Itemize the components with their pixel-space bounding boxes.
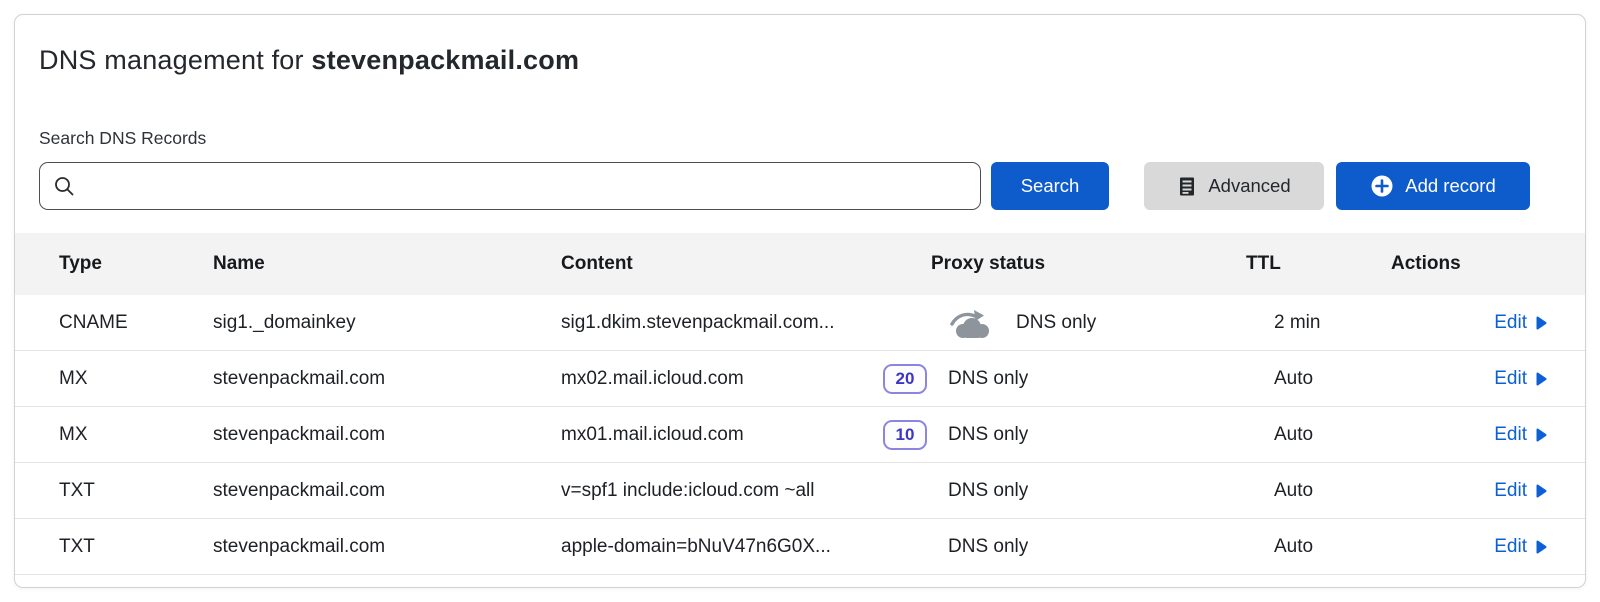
page-title: DNS management for stevenpackmail.com xyxy=(39,45,1561,76)
search-dns-records-label: Search DNS Records xyxy=(39,128,1561,149)
search-button-label: Search xyxy=(1021,175,1080,197)
column-header-proxy-status: Proxy status xyxy=(931,253,1246,275)
column-header-type: Type xyxy=(59,253,213,275)
edit-link-label: Edit xyxy=(1494,480,1527,502)
search-box xyxy=(39,162,981,210)
proxy-status-text: DNS only xyxy=(948,480,1028,502)
right-triangle-icon xyxy=(1536,484,1547,498)
proxy-status-cell: DNS only xyxy=(931,480,1246,502)
proxy-status-text: DNS only xyxy=(948,368,1028,390)
document-list-icon xyxy=(1177,176,1197,197)
proxy-status-cell: DNS only xyxy=(931,536,1246,558)
search-input[interactable] xyxy=(39,162,981,210)
record-content-cell: v=spf1 include:icloud.com ~all xyxy=(561,480,931,502)
record-content: mx02.mail.icloud.com xyxy=(561,368,744,390)
table-header-row: Type Name Content Proxy status TTL Actio… xyxy=(15,233,1585,295)
edit-link-label: Edit xyxy=(1494,424,1527,446)
right-triangle-icon xyxy=(1536,372,1547,386)
advanced-button[interactable]: Advanced xyxy=(1144,162,1324,210)
add-record-button-label: Add record xyxy=(1405,175,1496,197)
record-name: stevenpackmail.com xyxy=(213,424,561,446)
record-content-cell: mx02.mail.icloud.com 20 xyxy=(561,364,931,394)
record-ttl: Auto xyxy=(1246,424,1391,446)
mx-priority-badge: 20 xyxy=(883,364,927,394)
proxy-status-cell: DNS only xyxy=(931,307,1246,339)
edit-record-link[interactable]: Edit xyxy=(1494,368,1547,390)
table-row: MX stevenpackmail.com mx01.mail.icloud.c… xyxy=(15,407,1585,463)
table-row: TXT stevenpackmail.com apple-domain=bNuV… xyxy=(15,519,1585,575)
record-type: MX xyxy=(59,424,213,446)
record-name: stevenpackmail.com xyxy=(213,368,561,390)
proxy-status-text: DNS only xyxy=(1016,312,1096,334)
edit-record-link[interactable]: Edit xyxy=(1494,480,1547,502)
record-actions-cell: Edit xyxy=(1391,368,1547,390)
proxy-status-text: DNS only xyxy=(948,424,1028,446)
search-button[interactable]: Search xyxy=(991,162,1109,210)
page-title-prefix: DNS management for xyxy=(39,45,304,75)
mx-priority-badge: 10 xyxy=(883,420,927,450)
record-type: CNAME xyxy=(59,312,213,334)
dns-only-cloud-icon xyxy=(948,307,998,339)
record-actions-cell: Edit xyxy=(1391,536,1547,558)
record-ttl: 2 min xyxy=(1246,312,1391,334)
right-triangle-icon xyxy=(1536,540,1547,554)
record-content: sig1.dkim.stevenpackmail.com... xyxy=(561,312,835,334)
record-type: TXT xyxy=(59,536,213,558)
column-header-content: Content xyxy=(561,253,931,275)
record-content-cell: sig1.dkim.stevenpackmail.com... xyxy=(561,312,931,334)
table-row: CNAME sig1._domainkey sig1.dkim.stevenpa… xyxy=(15,295,1585,351)
edit-link-label: Edit xyxy=(1494,536,1527,558)
add-record-button[interactable]: Add record xyxy=(1336,162,1530,210)
dns-records-table: Type Name Content Proxy status TTL Actio… xyxy=(15,233,1585,575)
column-header-ttl: TTL xyxy=(1246,253,1391,275)
column-header-name: Name xyxy=(213,253,561,275)
table-row: MX stevenpackmail.com mx02.mail.icloud.c… xyxy=(15,351,1585,407)
edit-record-link[interactable]: Edit xyxy=(1494,312,1547,334)
record-ttl: Auto xyxy=(1246,536,1391,558)
plus-circle-icon xyxy=(1370,174,1394,198)
right-triangle-icon xyxy=(1536,316,1547,330)
record-content: v=spf1 include:icloud.com ~all xyxy=(561,480,814,502)
record-ttl: Auto xyxy=(1246,480,1391,502)
advanced-button-label: Advanced xyxy=(1208,175,1290,197)
page-title-domain: stevenpackmail.com xyxy=(311,45,579,75)
record-name: sig1._domainkey xyxy=(213,312,561,334)
column-header-actions: Actions xyxy=(1391,253,1547,275)
record-actions-cell: Edit xyxy=(1391,312,1547,334)
record-ttl: Auto xyxy=(1246,368,1391,390)
edit-record-link[interactable]: Edit xyxy=(1494,536,1547,558)
proxy-status-text: DNS only xyxy=(948,536,1028,558)
record-type: TXT xyxy=(59,480,213,502)
record-type: MX xyxy=(59,368,213,390)
search-controls-row: Search Advanced Add recor xyxy=(39,162,1530,210)
edit-link-label: Edit xyxy=(1494,368,1527,390)
proxy-status-cell: DNS only xyxy=(931,368,1246,390)
table-row: TXT stevenpackmail.com v=spf1 include:ic… xyxy=(15,463,1585,519)
record-actions-cell: Edit xyxy=(1391,424,1547,446)
record-name: stevenpackmail.com xyxy=(213,536,561,558)
proxy-status-cell: DNS only xyxy=(931,424,1246,446)
record-content: apple-domain=bNuV47n6G0X... xyxy=(561,536,831,558)
edit-link-label: Edit xyxy=(1494,312,1527,334)
record-content: mx01.mail.icloud.com xyxy=(561,424,744,446)
edit-record-link[interactable]: Edit xyxy=(1494,424,1547,446)
record-content-cell: mx01.mail.icloud.com 10 xyxy=(561,420,931,450)
record-content-cell: apple-domain=bNuV47n6G0X... xyxy=(561,536,931,558)
dns-management-card: DNS management for stevenpackmail.com Se… xyxy=(14,14,1586,588)
right-triangle-icon xyxy=(1536,428,1547,442)
record-actions-cell: Edit xyxy=(1391,480,1547,502)
record-name: stevenpackmail.com xyxy=(213,480,561,502)
